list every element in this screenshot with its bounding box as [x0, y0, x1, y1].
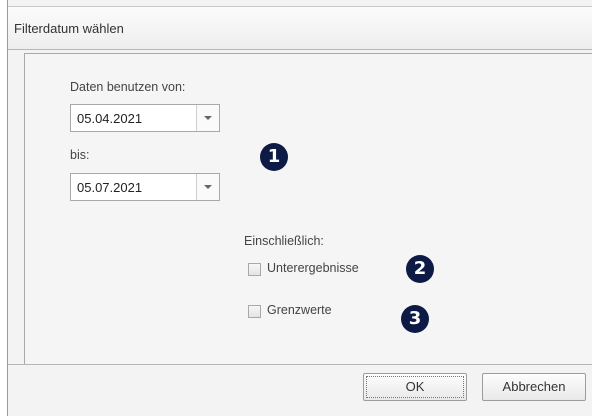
ok-button[interactable]: OK	[363, 373, 467, 401]
from-date-value: 05.04.2021	[77, 111, 143, 126]
grenzwerte-label[interactable]: Grenzwerte	[267, 303, 332, 317]
right-edge	[592, 0, 596, 416]
include-label: Einschließlich:	[244, 234, 324, 248]
to-date-value: 05.07.2021	[77, 180, 143, 195]
content-panel	[24, 53, 596, 365]
unterergebnisse-label[interactable]: Unterergebnisse	[267, 261, 359, 275]
dialog-window: Filterdatum wählen Daten benutzen von: 0…	[7, 0, 596, 416]
from-date-label: Daten benutzen von:	[70, 80, 186, 94]
callout-marker-3: 3	[401, 305, 429, 333]
to-date-combobox[interactable]: 05.07.2021	[70, 173, 220, 201]
callout-marker-1: 1	[260, 143, 288, 171]
grenzwerte-checkbox[interactable]	[248, 305, 261, 318]
chevron-down-icon[interactable]	[196, 174, 219, 200]
dialog-title: Filterdatum wählen	[14, 21, 124, 36]
footer-divider	[8, 364, 596, 365]
callout-marker-2: 2	[406, 255, 434, 283]
unterergebnisse-checkbox[interactable]	[248, 263, 261, 276]
title-divider	[8, 49, 596, 50]
chevron-down-icon[interactable]	[196, 105, 219, 131]
cancel-button[interactable]: Abbrechen	[482, 373, 586, 401]
title-bar: Filterdatum wählen	[8, 7, 596, 49]
ok-button-label: OK	[405, 379, 425, 394]
to-date-label: bis:	[70, 148, 90, 162]
cancel-button-label: Abbrechen	[502, 379, 566, 394]
from-date-combobox[interactable]: 05.04.2021	[70, 104, 220, 132]
